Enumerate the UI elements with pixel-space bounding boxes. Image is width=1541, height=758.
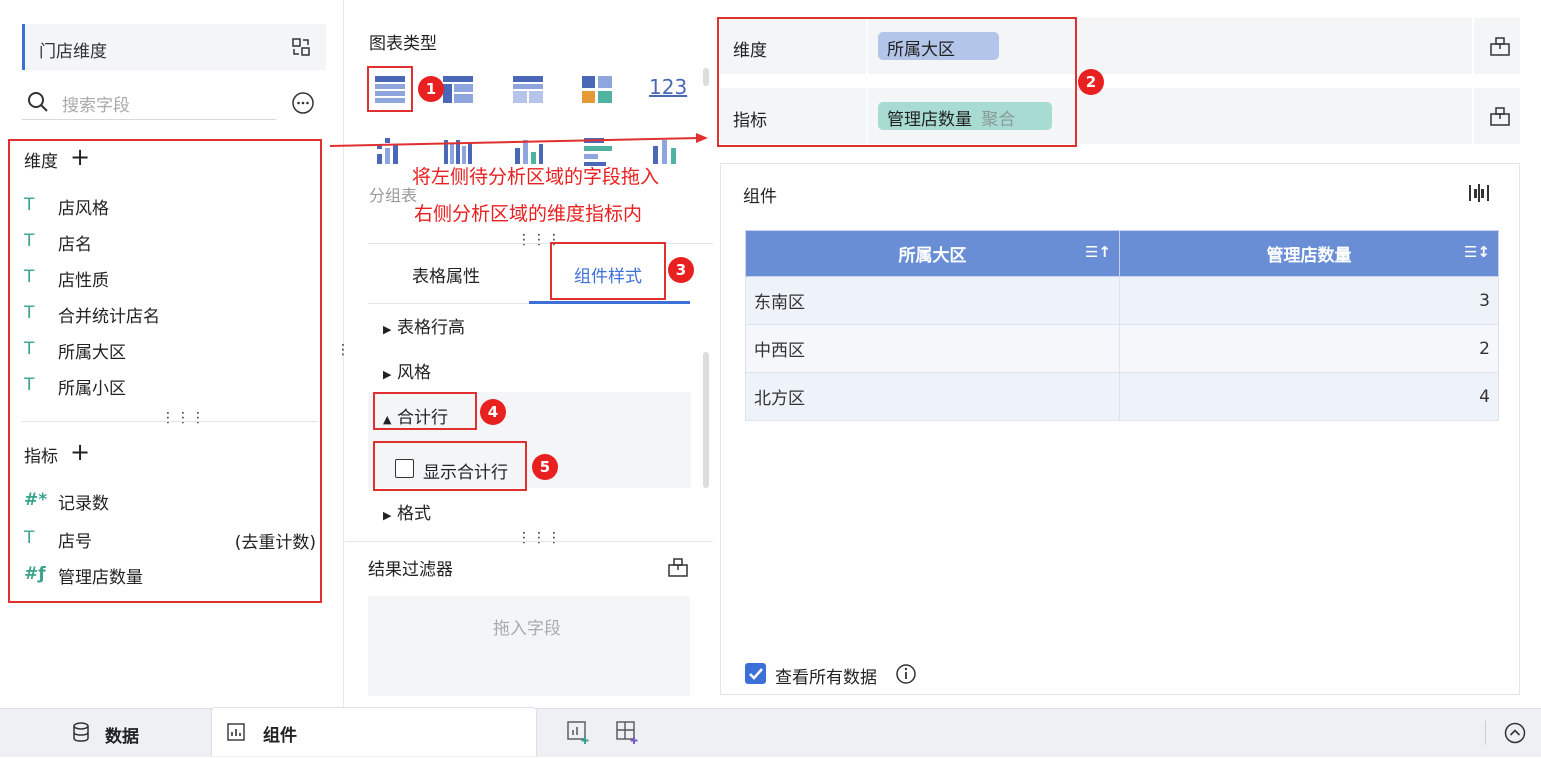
collapse-up-icon[interactable] (1504, 722, 1526, 744)
annotation-text: 右侧分析区域的维度指标内 (414, 203, 643, 225)
add-component-icon[interactable] (567, 721, 591, 745)
step-marker: 3 (668, 257, 694, 283)
tab-component[interactable]: 组件 (211, 707, 537, 756)
step-marker: 4 (480, 399, 506, 425)
add-dashboard-icon[interactable] (616, 721, 640, 745)
database-icon (73, 722, 89, 742)
step-marker: 2 (1078, 69, 1104, 95)
step-marker: 5 (532, 454, 558, 480)
annotation-text: 将左侧待分析区域的字段拖入 (412, 166, 660, 188)
tab-data[interactable]: 数据 (0, 709, 210, 758)
divider (1485, 721, 1486, 745)
chart-tab-icon (227, 723, 245, 741)
step-marker: 1 (418, 76, 444, 102)
bottom-tab-bar: 数据 组件 (0, 707, 1541, 758)
annotation-arrow (329, 133, 708, 147)
